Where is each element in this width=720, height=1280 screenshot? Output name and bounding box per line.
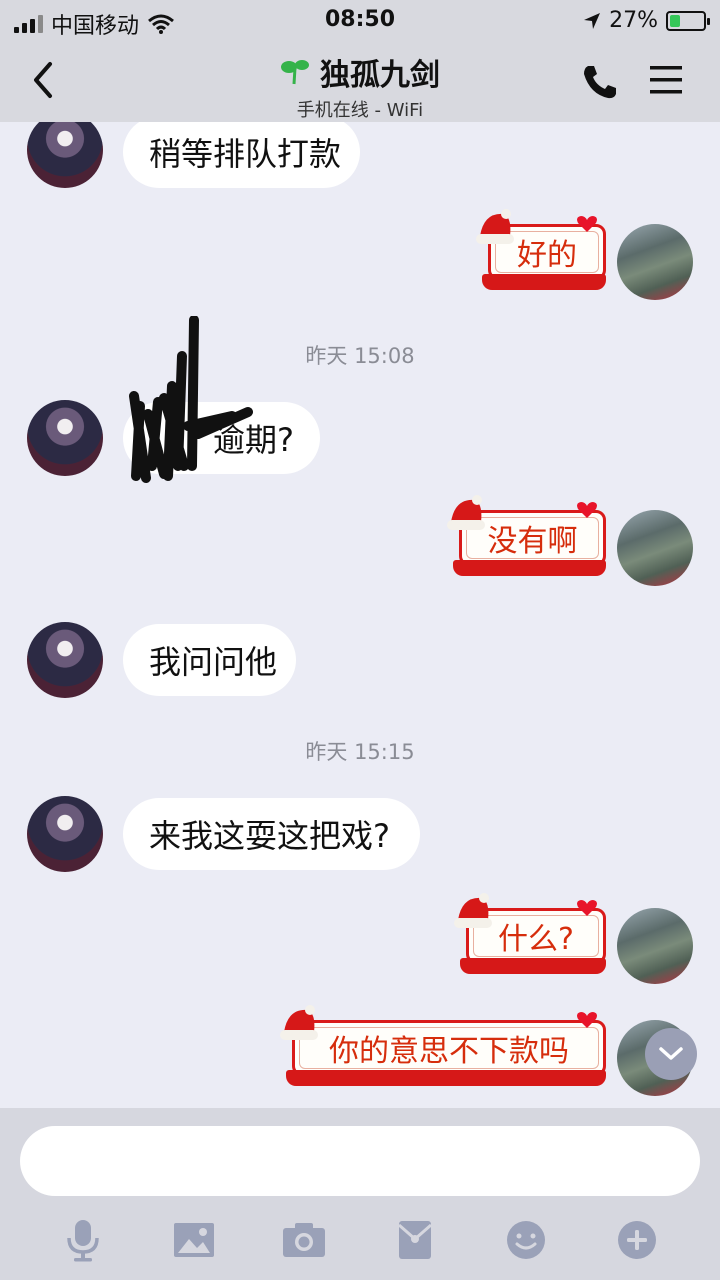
message-bubble[interactable]: 来我这耍这把戏?: [123, 798, 420, 870]
contact-avatar[interactable]: [27, 122, 103, 188]
my-avatar[interactable]: [617, 510, 693, 586]
sticker-bubble[interactable]: 好的: [476, 209, 606, 290]
plus-button[interactable]: [611, 1214, 663, 1266]
contact-name[interactable]: 独孤九剑: [320, 50, 440, 94]
camera-button[interactable]: [278, 1214, 330, 1266]
composer-bar: [0, 1108, 720, 1280]
emoji-button[interactable]: [500, 1214, 552, 1266]
scribble-redaction: [129, 316, 253, 483]
timestamp: 昨天 15:08: [305, 344, 415, 368]
menu-icon[interactable]: [648, 64, 684, 96]
sticker-bubble[interactable]: 你的意思不下款吗: [280, 1005, 606, 1086]
scroll-to-bottom-button[interactable]: [645, 1028, 697, 1080]
battery-percent: 27%: [609, 8, 658, 33]
contact-avatar[interactable]: [27, 622, 103, 698]
message-text: 什么?: [498, 922, 574, 957]
message-text: 没有啊: [487, 524, 578, 559]
red-packet-icon: [398, 1221, 432, 1259]
image-button[interactable]: [168, 1214, 220, 1266]
sticker-bubble[interactable]: 什么?: [454, 893, 606, 974]
phone-icon[interactable]: [580, 62, 620, 102]
battery-icon: [666, 10, 710, 31]
message-text: 你的意思不下款吗: [329, 1034, 569, 1069]
message-text: 好的: [517, 238, 577, 273]
red-packet-button[interactable]: [389, 1214, 441, 1266]
mic-icon: [67, 1220, 99, 1262]
my-avatar[interactable]: [617, 224, 693, 300]
emoji-icon: [507, 1221, 545, 1259]
timestamp: 昨天 15:15: [305, 740, 415, 764]
chat-area[interactable]: 稍等排队打款 好的 昨天 15:08 逾期? 没有啊 我问问他 昨天 15:15…: [0, 122, 720, 1108]
contact-avatar[interactable]: [27, 796, 103, 872]
image-icon: [174, 1223, 214, 1257]
message-bubble[interactable]: 我问问他: [123, 624, 296, 696]
plus-icon: [618, 1221, 656, 1259]
chat-header: 独孤九剑 手机在线 - WiFi: [0, 40, 720, 122]
camera-icon: [283, 1223, 325, 1257]
status-bar: 中国移动 08:50 27%: [0, 0, 720, 40]
contact-avatar[interactable]: [27, 400, 103, 476]
top-bar: 中国移动 08:50 27% 独孤九剑 手机在线 - WiFi: [0, 0, 720, 122]
message-bubble[interactable]: 稍等排队打款: [123, 122, 360, 188]
message-input[interactable]: [20, 1126, 700, 1196]
location-icon: [584, 12, 601, 29]
my-avatar[interactable]: [617, 908, 693, 984]
sticker-bubble[interactable]: 没有啊: [447, 495, 606, 576]
voice-button[interactable]: [57, 1214, 109, 1266]
chevron-down-icon: [659, 1047, 683, 1060]
sprout-icon: [281, 60, 309, 85]
